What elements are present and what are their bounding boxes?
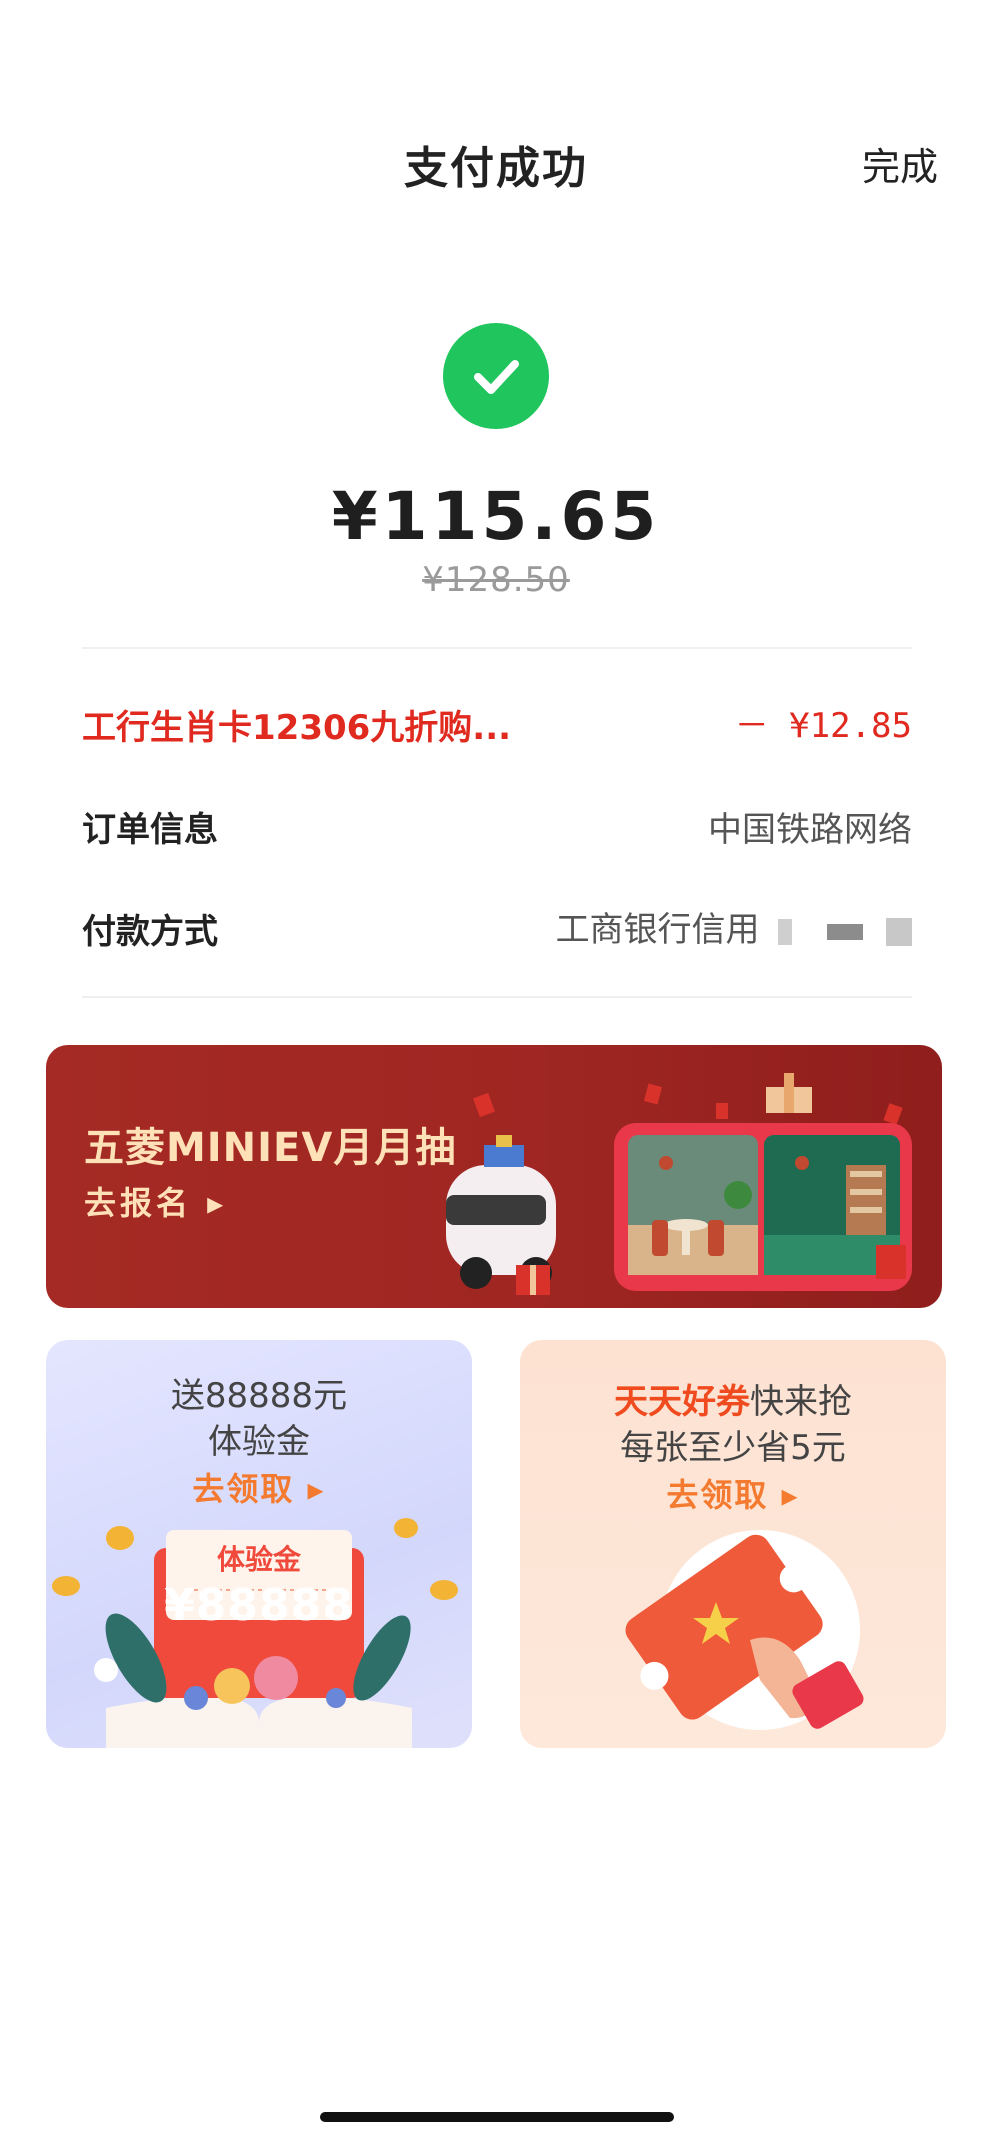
order-info-label: 订单信息 [82,810,218,850]
coupon-highlight: 天天好券 [614,1382,750,1422]
discount-label[interactable]: 工行生肖卡12306九折购... [82,700,511,749]
masked-card-segment [778,918,793,945]
trial-fund-line2: 体验金 [208,1422,310,1462]
masked-card-segment [886,917,912,946]
success-check-icon [443,323,549,429]
coupon-line1: 天天好券快来抢 [520,1374,946,1423]
payment-method-text: 工商银行信用 [555,910,760,950]
paid-amount: ¥115.65 [331,478,661,555]
banner-signup-link[interactable]: 去报名 ▸ [84,1178,227,1224]
coupon-line2: 每张至少省5元 [620,1428,846,1468]
masked-card-segment [827,923,864,940]
payment-method-label: 付款方式 [82,912,218,952]
coupon-card[interactable]: 天天好券快来抢 每张至少省5元 去领取 ▸ [520,1340,946,1748]
car-showroom-illustration [446,1073,912,1295]
done-button[interactable]: 完成 [862,136,938,191]
coupon-line1-rest: 快来抢 [750,1382,852,1422]
divider [82,996,912,998]
trial-fund-card[interactable]: 送88888元 体验金 去领取 ▸ 体验金 ¥88888 [46,1340,472,1748]
coupon-ticket-illustration [625,1530,864,1730]
envelope-title: 体验金 [216,1543,301,1576]
trial-fund-line1: 送88888元 [170,1376,348,1416]
home-indicator[interactable] [320,2112,674,2122]
discount-value: － ¥12.85 [734,706,912,746]
page-title: 支付成功 [404,143,588,194]
original-amount: ¥128.50 [422,560,570,600]
promo-banner[interactable]: 五菱MINIEV月月抽 去报名 ▸ [46,1045,942,1308]
payment-method-value[interactable]: 工商银行信用 [556,902,912,951]
order-info-value[interactable]: 中国铁路网络 [708,802,912,851]
trial-fund-claim-link[interactable]: 去领取 ▸ [46,1464,472,1510]
banner-title: 五菱MINIEV月月抽 [84,1125,457,1171]
divider [82,647,912,649]
envelope-amount: ¥88888 [164,1580,354,1631]
coupon-claim-link[interactable]: 去领取 ▸ [520,1470,946,1516]
